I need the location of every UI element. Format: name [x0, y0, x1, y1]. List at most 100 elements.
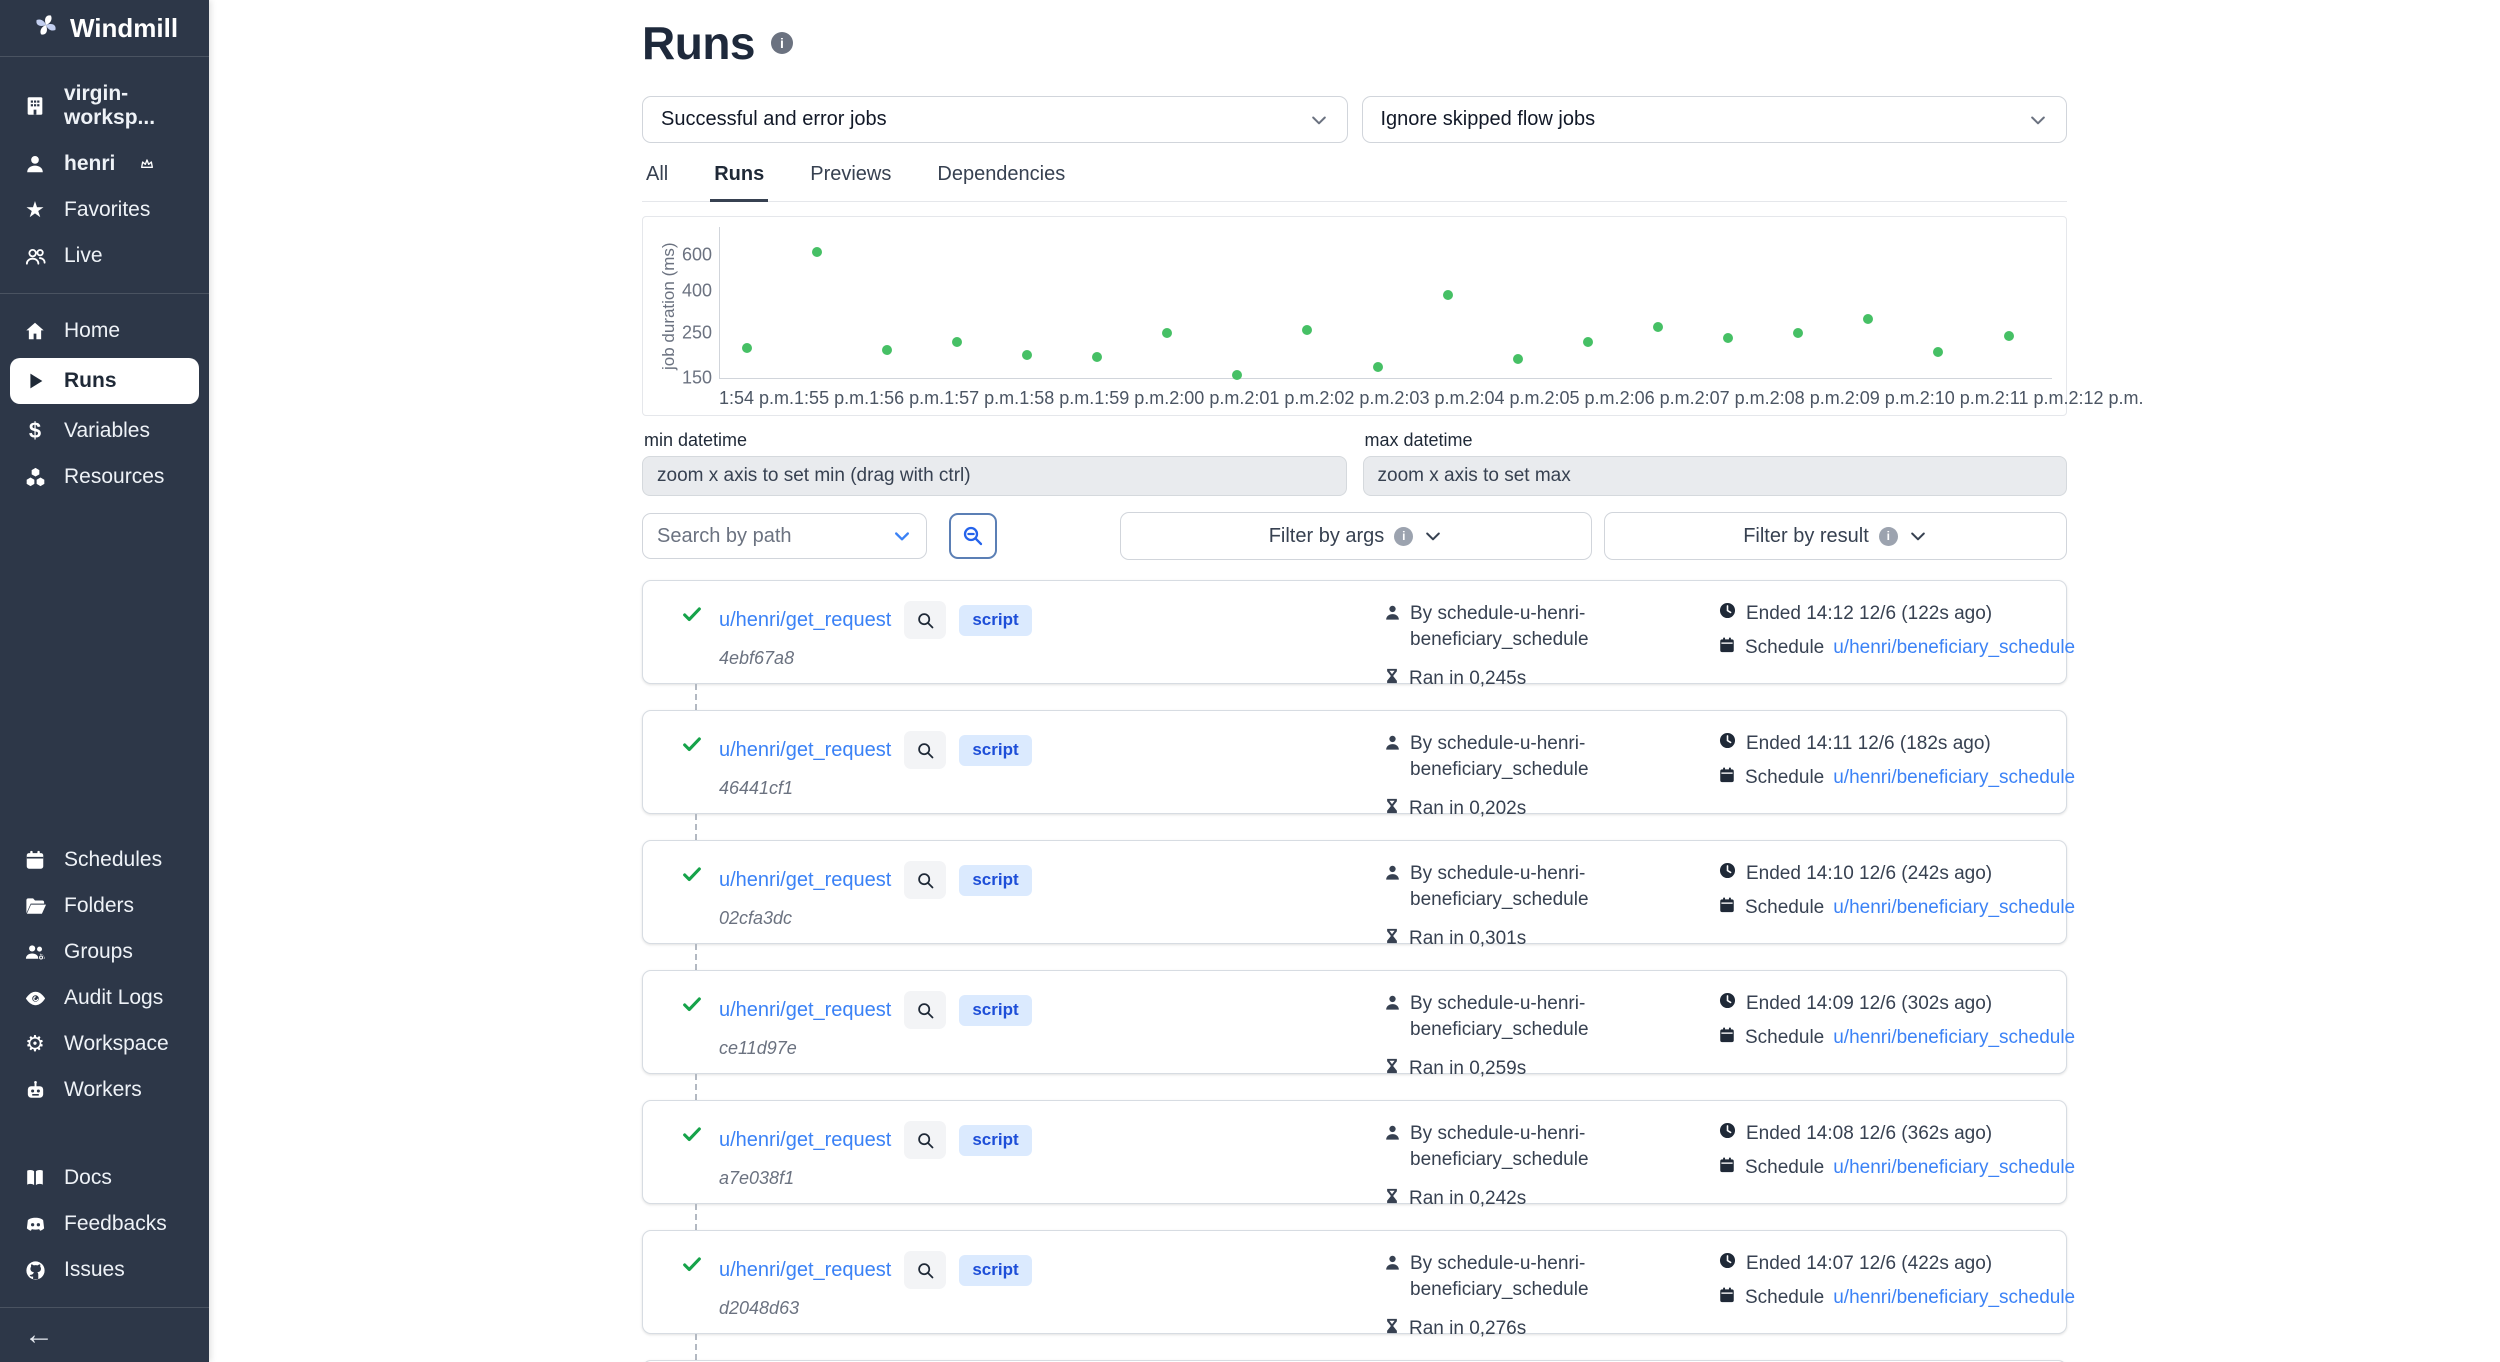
- run-connector-line: [695, 1074, 697, 1100]
- run-connector-line: [695, 944, 697, 970]
- inspect-run-button[interactable]: [904, 1251, 946, 1289]
- tab-all[interactable]: All: [642, 163, 672, 201]
- eye-icon: [22, 986, 48, 1010]
- chart-y-tick: 150: [682, 368, 712, 389]
- user-name: henri: [64, 152, 115, 176]
- windmill-logo[interactable]: Windmill: [0, 0, 209, 56]
- sidebar-item-issues[interactable]: Issues: [0, 1247, 209, 1293]
- run-row[interactable]: u/henri/get_request script a7e038f1: [642, 1100, 2067, 1204]
- run-connector-line: [695, 684, 697, 710]
- hourglass-icon: [1383, 1187, 1401, 1211]
- chart-x-tick: 2:08 p.m.: [1770, 388, 1845, 409]
- search-by-path-select[interactable]: Search by path: [642, 513, 927, 559]
- chart-data-point: [1162, 328, 1172, 338]
- hourglass-icon: [1383, 1317, 1401, 1341]
- info-icon: i: [1879, 527, 1898, 546]
- sidebar-item-groups[interactable]: Groups: [0, 929, 209, 975]
- min-datetime-input[interactable]: [642, 456, 1347, 496]
- chart-y-tick: 250: [682, 322, 712, 343]
- title-info-icon[interactable]: i: [771, 32, 793, 54]
- chart-x-tick: 2:05 p.m.: [1545, 388, 1620, 409]
- clock-icon: [1718, 601, 1737, 626]
- sidebar-item-audit-logs[interactable]: Audit Logs: [0, 975, 209, 1021]
- run-path-link[interactable]: u/henri/get_request: [719, 739, 891, 762]
- inspect-run-button[interactable]: [904, 1121, 946, 1159]
- collapse-sidebar-button[interactable]: ←: [0, 1308, 209, 1362]
- filter-by-result-button[interactable]: Filter by result i: [1604, 512, 2067, 560]
- chart-x-tick: 1:55 p.m.: [794, 388, 869, 409]
- sidebar-item-schedules[interactable]: Schedules: [0, 837, 209, 883]
- clock-icon: [1718, 1121, 1737, 1146]
- chevron-down-icon: [1423, 526, 1443, 546]
- search-by-path-placeholder: Search by path: [657, 525, 792, 548]
- inspect-run-button[interactable]: [904, 601, 946, 639]
- run-path-link[interactable]: u/henri/get_request: [719, 1259, 891, 1282]
- chart-x-tick: 2:06 p.m.: [1620, 388, 1695, 409]
- run-row[interactable]: u/henri/get_request script d2048d63: [642, 1230, 2067, 1334]
- workspace-name: virgin-worksp...: [64, 82, 201, 130]
- schedule-link[interactable]: u/henri/beneficiary_schedule: [1833, 637, 2075, 659]
- chart-data-point: [1092, 352, 1102, 362]
- job-kind-select[interactable]: Successful and error jobs: [642, 96, 1348, 143]
- sidebar-item-docs[interactable]: Docs: [0, 1155, 209, 1201]
- sidebar-item-workspace-settings[interactable]: ⚙ Workspace: [0, 1021, 209, 1067]
- run-row[interactable]: u/henri/get_request script 46441cf1: [642, 710, 2067, 814]
- sidebar-item-resources[interactable]: Resources: [0, 454, 209, 500]
- inspect-run-button[interactable]: [904, 731, 946, 769]
- run-path-link[interactable]: u/henri/get_request: [719, 999, 891, 1022]
- runs-list: u/henri/get_request script 4ebf67a8: [642, 580, 2067, 1362]
- chart-data-point: [1793, 328, 1803, 338]
- run-path-link[interactable]: u/henri/get_request: [719, 609, 891, 632]
- job-kind-badge: script: [959, 1255, 1031, 1286]
- sidebar-item-favorites[interactable]: ★ Favorites: [0, 187, 209, 233]
- schedule-link[interactable]: u/henri/beneficiary_schedule: [1833, 767, 2075, 789]
- chart-data-point: [1022, 350, 1032, 360]
- tab-dependencies[interactable]: Dependencies: [933, 163, 1069, 201]
- sidebar-item-workers[interactable]: Workers: [0, 1067, 209, 1113]
- person-icon: [1383, 1123, 1402, 1172]
- sidebar-item-user[interactable]: henri: [0, 141, 209, 187]
- chart-x-tick: 2:12 p.m.: [2069, 388, 2144, 409]
- superadmin-crown-icon: [139, 156, 155, 172]
- sidebar-item-home[interactable]: Home: [0, 308, 209, 354]
- sidebar-item-runs[interactable]: Runs: [10, 358, 199, 404]
- cubes-icon: [22, 465, 48, 489]
- search-button[interactable]: [949, 513, 997, 559]
- inspect-run-button[interactable]: [904, 991, 946, 1029]
- search-minus-icon: [961, 524, 985, 548]
- max-datetime-input[interactable]: [1363, 456, 2068, 496]
- sidebar-item-folders[interactable]: Folders: [0, 883, 209, 929]
- schedule-link[interactable]: u/henri/beneficiary_schedule: [1833, 1287, 2075, 1309]
- chart-x-tick: 1:56 p.m.: [869, 388, 944, 409]
- run-row[interactable]: u/henri/get_request script 02cfa3dc: [642, 840, 2067, 944]
- run-path-link[interactable]: u/henri/get_request: [719, 869, 891, 892]
- inspect-run-button[interactable]: [904, 861, 946, 899]
- run-id: ce11d97e: [719, 1038, 1032, 1059]
- sidebar-item-feedbacks[interactable]: Feedbacks: [0, 1201, 209, 1247]
- tab-previews[interactable]: Previews: [806, 163, 895, 201]
- chart-plot-area[interactable]: 150250400600: [719, 227, 2052, 379]
- flow-filter-select[interactable]: Ignore skipped flow jobs: [1362, 96, 2068, 143]
- schedule-link[interactable]: u/henri/beneficiary_schedule: [1833, 1157, 2075, 1179]
- sidebar-item-workspace[interactable]: virgin-worksp...: [0, 71, 209, 141]
- run-path-link[interactable]: u/henri/get_request: [719, 1129, 891, 1152]
- sidebar-item-live[interactable]: Live: [0, 233, 209, 279]
- sidebar-item-variables[interactable]: $ Variables: [0, 408, 209, 454]
- job-kind-badge: script: [959, 1125, 1031, 1156]
- schedule-link[interactable]: u/henri/beneficiary_schedule: [1833, 1027, 2075, 1049]
- job-kind-value: Successful and error jobs: [661, 108, 887, 131]
- tab-runs[interactable]: Runs: [710, 163, 768, 202]
- chart-data-point: [1443, 290, 1453, 300]
- schedule-label: Schedule: [1745, 637, 1824, 659]
- run-row[interactable]: u/henri/get_request script 4ebf67a8: [642, 580, 2067, 684]
- success-check-icon: [681, 603, 703, 683]
- clock-icon: [1718, 861, 1737, 886]
- dollar-icon: $: [22, 419, 48, 443]
- success-check-icon: [681, 1123, 703, 1203]
- user-group-icon: [22, 940, 48, 964]
- run-row[interactable]: u/henri/get_request script ce11d97e: [642, 970, 2067, 1074]
- schedule-link[interactable]: u/henri/beneficiary_schedule: [1833, 897, 2075, 919]
- chart-y-tick: 400: [682, 280, 712, 301]
- run-kind-tabs: All Runs Previews Dependencies: [642, 163, 2067, 202]
- filter-by-args-button[interactable]: Filter by args i: [1120, 512, 1592, 560]
